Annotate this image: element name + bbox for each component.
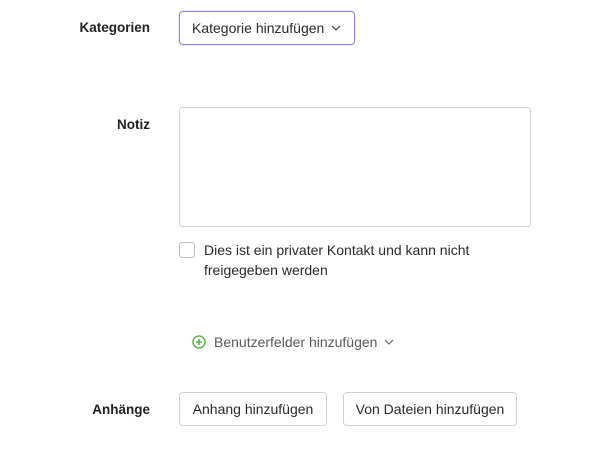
add-category-dropdown[interactable]: Kategorie hinzufügen — [179, 11, 355, 45]
private-contact-text-line2: freigegeben werden — [204, 262, 328, 278]
categories-label: Kategorien — [79, 20, 150, 35]
chevron-down-icon — [385, 339, 394, 345]
attachments-label: Anhänge — [92, 402, 150, 417]
chevron-down-icon — [331, 25, 341, 31]
private-contact-text: Dies ist ein privater Kontakt und kann n… — [204, 240, 504, 280]
add-custom-fields-label: Benutzerfelder hinzufügen — [214, 334, 378, 350]
private-contact-text-line1: Dies ist ein privater Kontakt und kann n… — [204, 242, 470, 258]
note-label: Notiz — [117, 117, 150, 132]
note-textarea[interactable] — [179, 107, 531, 227]
add-attachment-button[interactable]: Anhang hinzufügen — [179, 392, 327, 426]
add-custom-fields-button[interactable]: Benutzerfelder hinzufügen — [192, 334, 394, 350]
add-category-label: Kategorie hinzufügen — [192, 20, 325, 36]
plus-circle-icon — [192, 335, 206, 349]
private-contact-checkbox[interactable] — [179, 242, 195, 258]
add-from-files-button[interactable]: Von Dateien hinzufügen — [343, 392, 517, 426]
